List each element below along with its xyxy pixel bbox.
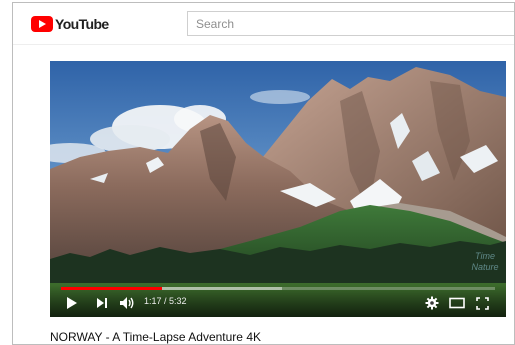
gear-icon (425, 296, 439, 310)
logo-text: YouTube (55, 16, 109, 32)
player-controls: 1:17 / 5:32 (50, 285, 506, 317)
masthead: YouTube (13, 3, 514, 45)
time-separator: / (161, 296, 170, 306)
channel-watermark[interactable]: Time Nature (470, 251, 500, 279)
youtube-logo[interactable]: YouTube (31, 14, 109, 34)
fullscreen-button[interactable] (474, 295, 490, 311)
settings-button[interactable] (424, 295, 440, 311)
volume-icon (120, 297, 134, 309)
video-player[interactable]: Time Nature 1:17 / 5:32 (50, 61, 506, 317)
current-time: 1:17 (144, 296, 162, 306)
duration: 5:32 (169, 296, 187, 306)
browser-frame: YouTube Search Time Nature 1:17 / 5:32 N… (12, 2, 515, 345)
next-icon (97, 298, 107, 308)
volume-button[interactable] (118, 295, 136, 311)
video-frame-mountain-scene (50, 61, 506, 317)
progress-bar[interactable] (61, 287, 495, 290)
search-input[interactable] (187, 11, 514, 36)
play-button[interactable] (64, 295, 80, 311)
video-title: NORWAY - A Time-Lapse Adventure 4K (50, 330, 261, 344)
fullscreen-icon (475, 296, 489, 310)
progress-played (61, 287, 162, 290)
theater-mode-icon (449, 297, 465, 309)
play-icon (67, 297, 77, 309)
next-button[interactable] (94, 295, 110, 311)
theater-mode-button[interactable] (448, 295, 466, 311)
time-display: 1:17 / 5:32 (144, 296, 187, 306)
youtube-play-logo-icon (31, 16, 53, 32)
